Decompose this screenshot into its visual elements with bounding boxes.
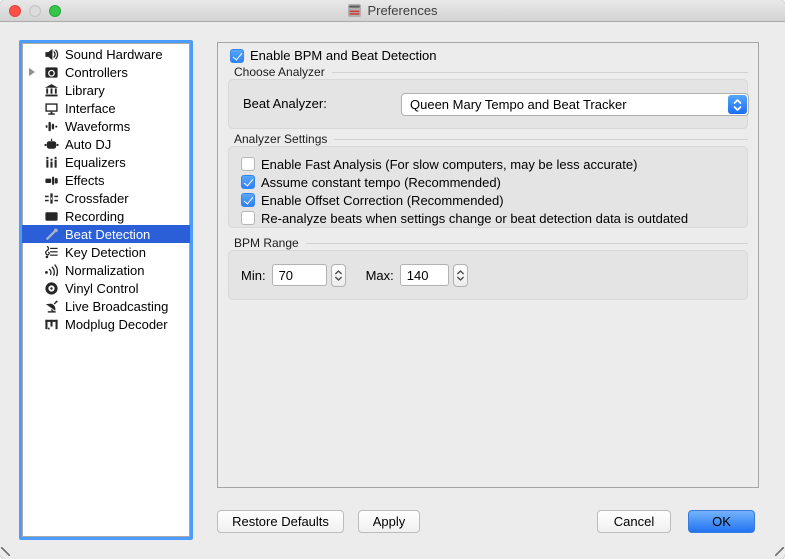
title-bar: Preferences <box>0 0 785 22</box>
beat-analyzer-dropdown[interactable]: Queen Mary Tempo and Beat Tracker <box>401 93 749 116</box>
bpm-min-label: Min: <box>241 268 266 283</box>
sidebar-item-label: Auto DJ <box>65 137 111 152</box>
beat-analyzer-selected-value: Queen Mary Tempo and Beat Tracker <box>410 97 627 112</box>
sidebar-item-label: Recording <box>65 209 124 224</box>
preferences-window: Preferences Sound Hardware Controllers L… <box>0 0 785 559</box>
analyzer-settings-group-title: Analyzer Settings <box>234 132 748 146</box>
sidebar-item-effects[interactable]: Effects <box>22 171 190 189</box>
robot-icon <box>43 137 59 152</box>
modplug-icon <box>43 317 59 332</box>
soundwave-icon <box>43 263 59 278</box>
controller-icon <box>43 65 59 80</box>
bpm-range-group: Min: Max: <box>228 250 748 300</box>
sidebar-item-label: Interface <box>65 101 116 116</box>
sidebar-item-recording[interactable]: Recording <box>22 207 190 225</box>
offset-correction-checkbox-row[interactable]: Enable Offset Correction (Recommended) <box>241 191 747 209</box>
sidebar-item-beat-detection[interactable]: Beat Detection <box>22 225 190 243</box>
monitor-icon <box>43 101 59 116</box>
sidebar-item-label: Effects <box>65 173 105 188</box>
analyzer-settings-group: Enable Fast Analysis (For slow computers… <box>228 146 748 228</box>
sidebar-item-sound-hardware[interactable]: Sound Hardware <box>22 45 190 63</box>
window-title: Preferences <box>367 3 437 18</box>
sidebar-item-label: Crossfader <box>65 191 129 206</box>
choose-analyzer-group-title: Choose Analyzer <box>234 65 748 79</box>
bpm-min-stepper[interactable] <box>331 264 346 287</box>
sidebar-item-label: Controllers <box>65 65 128 80</box>
fast-analysis-checkbox-row[interactable]: Enable Fast Analysis (For slow computers… <box>241 155 747 173</box>
offset-correction-label[interactable]: Enable Offset Correction (Recommended) <box>261 193 504 208</box>
beat-analyzer-label: Beat Analyzer: <box>243 96 327 111</box>
vinyl-icon <box>43 281 59 296</box>
reanalyze-checkbox-row[interactable]: Re-analyze beats when settings change or… <box>241 209 747 227</box>
fast-analysis-checkbox[interactable] <box>241 157 255 171</box>
reanalyze-label[interactable]: Re-analyze beats when settings change or… <box>261 211 688 226</box>
restore-defaults-button[interactable]: Restore Defaults <box>217 510 344 533</box>
sidebar-item-normalization[interactable]: Normalization <box>22 261 190 279</box>
sidebar-item-label: Vinyl Control <box>65 281 138 296</box>
bpm-max-stepper[interactable] <box>453 264 468 287</box>
sidebar-item-label: Equalizers <box>65 155 126 170</box>
enable-bpm-checkbox-row[interactable]: Enable BPM and Beat Detection <box>230 48 436 63</box>
cassette-icon <box>43 209 59 224</box>
sidebar-item-live-broadcasting[interactable]: Live Broadcasting <box>22 297 190 315</box>
library-icon <box>43 83 59 98</box>
sidebar-item-interface[interactable]: Interface <box>22 99 190 117</box>
apply-button[interactable]: Apply <box>358 510 420 533</box>
clef-icon <box>43 245 59 260</box>
bpm-min-input[interactable] <box>272 264 327 286</box>
sidebar-item-vinyl-control[interactable]: Vinyl Control <box>22 279 190 297</box>
fast-analysis-label[interactable]: Enable Fast Analysis (For slow computers… <box>261 157 637 172</box>
sidebar-item-label: Key Detection <box>65 245 146 260</box>
disclosure-triangle-icon[interactable] <box>29 68 35 76</box>
sidebar-item-crossfader[interactable]: Crossfader <box>22 189 190 207</box>
sidebar-item-label: Modplug Decoder <box>65 317 168 332</box>
window-controls <box>9 5 61 17</box>
preferences-app-icon <box>347 3 362 18</box>
preferences-sidebar: Sound Hardware Controllers Library Inter… <box>19 40 193 540</box>
sidebar-item-label: Beat Detection <box>65 227 150 242</box>
ok-button[interactable]: OK <box>688 510 755 533</box>
equalizer-icon <box>43 155 59 170</box>
offset-correction-checkbox[interactable] <box>241 193 255 207</box>
sidebar-item-label: Library <box>65 83 105 98</box>
dropdown-arrows-icon[interactable] <box>728 95 747 114</box>
sidebar-item-label: Waveforms <box>65 119 130 134</box>
speaker-icon <box>43 47 59 62</box>
zoom-button[interactable] <box>49 5 61 17</box>
sidebar-item-library[interactable]: Library <box>22 81 190 99</box>
sidebar-item-controllers[interactable]: Controllers <box>22 63 190 81</box>
choose-analyzer-group: Beat Analyzer: Queen Mary Tempo and Beat… <box>228 79 748 129</box>
sidebar-item-label: Normalization <box>65 263 144 278</box>
cancel-button[interactable]: Cancel <box>597 510 671 533</box>
minimize-button <box>29 5 41 17</box>
sidebar-item-modplug-decoder[interactable]: Modplug Decoder <box>22 315 190 333</box>
sidebar-item-key-detection[interactable]: Key Detection <box>22 243 190 261</box>
constant-tempo-checkbox-row[interactable]: Assume constant tempo (Recommended) <box>241 173 747 191</box>
bpm-range-group-title: BPM Range <box>234 236 748 250</box>
sidebar-item-waveforms[interactable]: Waveforms <box>22 117 190 135</box>
constant-tempo-label[interactable]: Assume constant tempo (Recommended) <box>261 175 501 190</box>
bpm-max-label: Max: <box>366 268 394 283</box>
sidebar-item-label: Sound Hardware <box>65 47 163 62</box>
crossfader-icon <box>43 191 59 206</box>
reanalyze-checkbox[interactable] <box>241 211 255 225</box>
resize-grip-left[interactable] <box>1 547 10 556</box>
bpm-max-input[interactable] <box>400 264 449 286</box>
sidebar-item-equalizers[interactable]: Equalizers <box>22 153 190 171</box>
waveform-icon <box>43 119 59 134</box>
effects-icon <box>43 173 59 188</box>
drumstick-icon <box>43 227 59 242</box>
enable-bpm-checkbox[interactable] <box>230 49 244 63</box>
sidebar-item-label: Live Broadcasting <box>65 299 168 314</box>
satellite-dish-icon <box>43 299 59 314</box>
resize-grip-right[interactable] <box>775 547 784 556</box>
beat-detection-panel: Enable BPM and Beat Detection Choose Ana… <box>217 42 759 488</box>
constant-tempo-checkbox[interactable] <box>241 175 255 189</box>
sidebar-item-auto-dj[interactable]: Auto DJ <box>22 135 190 153</box>
enable-bpm-label[interactable]: Enable BPM and Beat Detection <box>250 48 436 63</box>
close-button[interactable] <box>9 5 21 17</box>
